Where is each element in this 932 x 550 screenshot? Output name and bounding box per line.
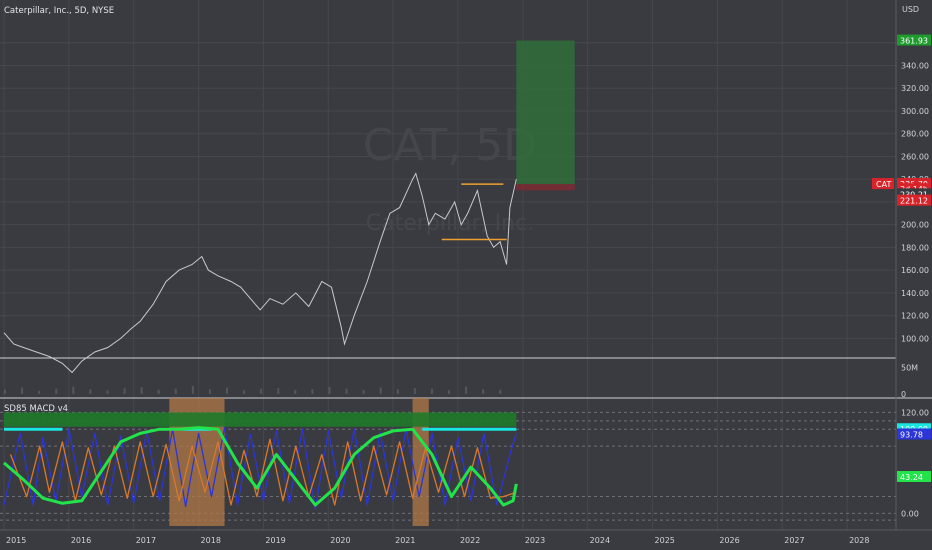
watermark-ticker: CAT, 5D (363, 120, 537, 171)
price-tick-label: 140.00 (901, 289, 929, 298)
indicator-tag-label: 93.78 (900, 430, 923, 439)
price-tick-label: 340.00 (901, 61, 929, 70)
x-tick-label: 2021 (395, 536, 415, 545)
x-tick-label: 2024 (590, 536, 610, 545)
volume-bar (157, 389, 160, 394)
volume-bar (260, 388, 263, 394)
volume-tick-label: 50M (901, 363, 918, 372)
x-tick-label: 2020 (330, 536, 350, 545)
x-tick-label: 2018 (201, 536, 221, 545)
indicator-tick-label: 0.00 (901, 509, 919, 518)
volume-bar (89, 389, 92, 394)
volume-bar (55, 388, 58, 394)
volume-bar (140, 387, 143, 394)
volume-bar (123, 388, 126, 394)
volume-bar (465, 386, 468, 394)
price-tick-label: 160.00 (901, 266, 929, 275)
symbol-tag-label: CAT (876, 180, 891, 189)
volume-bar (277, 388, 280, 394)
target-zone (516, 40, 575, 185)
x-tick-label: 2017 (136, 536, 156, 545)
price-tag-label: 221.12 (900, 197, 928, 206)
price-tick-label: 320.00 (901, 84, 929, 93)
x-tick-label: 2022 (460, 536, 480, 545)
currency-label: USD (902, 5, 919, 14)
volume-bar (208, 389, 211, 394)
price-tick-label: 180.00 (901, 243, 929, 252)
indicator-tick-label: 120.00 (901, 408, 929, 417)
x-tick-label: 2026 (719, 536, 739, 545)
price-tick-label: 100.00 (901, 334, 929, 343)
volume-bar (4, 389, 6, 394)
volume-bar (499, 389, 502, 394)
volume-bar (379, 387, 382, 394)
volume-bar (21, 387, 24, 394)
volume-bar (448, 390, 451, 394)
x-tick-label: 2025 (655, 536, 675, 545)
x-tick-label: 2028 (849, 536, 869, 545)
indicator-tag-label: 43.24 (900, 473, 923, 482)
volume-tick-label: 0 (901, 390, 906, 399)
volume-bar (191, 386, 194, 394)
price-tick-label: 300.00 (901, 107, 929, 116)
x-tick-label: 2016 (71, 536, 91, 545)
x-tick-label: 2019 (265, 536, 285, 545)
volume-bar (396, 389, 399, 394)
price-tick-label: 200.00 (901, 221, 929, 230)
stop-zone (516, 184, 575, 191)
volume-bar (328, 387, 331, 394)
chart-canvas[interactable]: CAT, 5D Caterpillar, Inc. Caterpillar, I… (0, 0, 932, 550)
volume-bar (294, 389, 297, 394)
volume-bar (226, 387, 229, 394)
volume-bar (413, 388, 416, 394)
x-tick-label: 2027 (784, 536, 804, 545)
overbought-band (4, 412, 517, 427)
price-tick-label: 120.00 (901, 312, 929, 321)
price-tag-label: 361.93 (900, 37, 928, 46)
volume-bar (72, 386, 75, 394)
volume-bar (482, 389, 485, 394)
volume-bar (174, 388, 177, 394)
indicator-title[interactable]: SD85 MACD v4 (4, 404, 68, 414)
volume-bar (362, 389, 365, 394)
x-tick-label: 2015 (6, 536, 26, 545)
volume-bar (311, 389, 314, 394)
symbol-title[interactable]: Caterpillar, Inc., 5D, NYSE (4, 6, 114, 16)
volume-bar (38, 390, 41, 394)
volume-bar (430, 388, 433, 394)
price-tick-label: 260.00 (901, 152, 929, 161)
x-tick-label: 2023 (525, 536, 545, 545)
price-tick-label: 280.00 (901, 130, 929, 139)
trade-zones (516, 40, 575, 191)
volume-bar (106, 390, 109, 394)
volume-bar (345, 388, 348, 394)
volume-bar (243, 390, 246, 394)
